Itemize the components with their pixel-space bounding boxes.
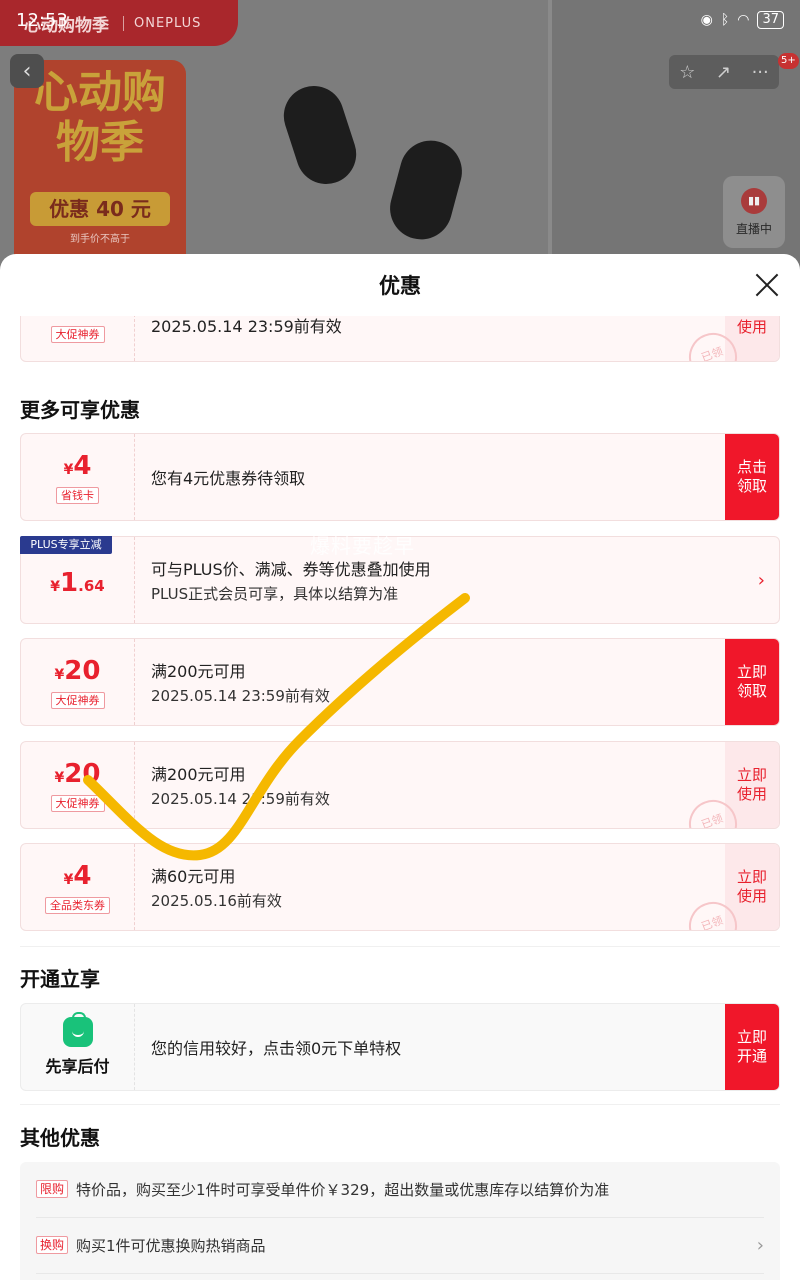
coupon-condition: 满200元可用 bbox=[151, 662, 246, 681]
pay-later-label: 先享后付 bbox=[45, 1057, 110, 1076]
pay-later-info: 您的信用较好，点击领0元下单特权 bbox=[151, 1004, 401, 1090]
coupon-tag: 大促神券 bbox=[50, 794, 105, 812]
live-button[interactable]: ▮▮ 直播中 bbox=[723, 176, 785, 248]
limit-tag: 限购 bbox=[36, 1180, 69, 1198]
claim-coupon-button[interactable]: 点击 领取 bbox=[725, 434, 779, 520]
shopping-bag-icon bbox=[62, 1012, 93, 1047]
sheet-scroll-area[interactable]: 大促神券 2025.05.14 23:59前有效 使用 已领 更多可享优惠 ¥4… bbox=[0, 316, 800, 1280]
row-divider bbox=[36, 1273, 764, 1274]
coupon-description: 您有4元优惠券待领取 bbox=[151, 469, 306, 488]
coupon-left: ¥20 大促神券 bbox=[21, 742, 135, 828]
more-icon[interactable]: ··· bbox=[752, 62, 769, 83]
coupon-left: ¥4 全品类东券 bbox=[21, 844, 135, 930]
back-button[interactable]: ‹ bbox=[10, 54, 44, 88]
status-time: 12:53 bbox=[16, 9, 68, 31]
sheet-header: 优惠 bbox=[0, 254, 800, 316]
coupon-tag: 大促神券 bbox=[50, 691, 105, 709]
coupon-left: ¥20 大促神券 bbox=[21, 639, 135, 725]
watermark-text: 爆料要趁早 bbox=[310, 534, 415, 558]
coupon-amount: ¥20 bbox=[54, 655, 101, 686]
sheet-title: 优惠 bbox=[379, 274, 421, 298]
coupon-info: 满200元可用 2025.05.14 23:59前有效 bbox=[151, 742, 330, 828]
status-icons: ◉ ᛒ ◠ 37 bbox=[701, 11, 784, 29]
eye-icon: ◉ bbox=[700, 12, 713, 28]
coupon-amount: ¥1.64 bbox=[50, 568, 105, 598]
coupon-tag: 全品类东券 bbox=[45, 896, 110, 914]
close-icon[interactable] bbox=[754, 272, 780, 298]
product-page-background: 心动购物季 优惠 40 元 到手价不高于 心动购物季 ONEPLUS ‹ ☆ ↗… bbox=[0, 0, 800, 270]
status-bar: 12:53 ◉ ᛒ ◠ 37 bbox=[0, 0, 800, 40]
plus-flag: PLUS专享立减 bbox=[20, 536, 112, 554]
coupon-validity: 2025.05.14 23:59前有效 bbox=[151, 790, 330, 808]
discount-sheet: 优惠 大促神券 2025.05.14 23:59前有效 使用 已领 更多可享优惠… bbox=[0, 254, 800, 1280]
pay-later-card: 先享后付 您的信用较好，点击领0元下单特权 立即 开通 bbox=[20, 1003, 780, 1091]
other-discount-row[interactable]: 换购 购买1件可优惠换购热销商品 › bbox=[20, 1218, 780, 1272]
poster-badge: 优惠 40 元 bbox=[30, 192, 170, 226]
section-open-now: 开通立享 bbox=[20, 967, 100, 991]
coupon-tag: 大促神券 bbox=[50, 326, 105, 343]
coupon-info: 满200元可用 2025.05.14 23:59前有效 bbox=[151, 639, 330, 725]
claim-coupon-button[interactable]: 立即 领取 bbox=[725, 639, 779, 725]
coupon-validity: 2025.05.16前有效 bbox=[151, 892, 282, 910]
section-more-discounts: 更多可享优惠 bbox=[20, 398, 140, 422]
star-icon[interactable]: ☆ bbox=[679, 62, 695, 83]
poster-subtitle: 到手价不高于 bbox=[70, 234, 130, 245]
top-toolbar: ☆ ↗ ··· bbox=[669, 55, 779, 89]
live-icon: ▮▮ bbox=[741, 187, 767, 214]
coupon-card-partial: 大促神券 2025.05.14 23:59前有效 使用 已领 bbox=[20, 316, 780, 362]
chevron-right-icon[interactable]: › bbox=[758, 537, 765, 623]
coupon-amount: ¥4 bbox=[63, 450, 92, 481]
coupon-card: ¥4 省钱卡 您有4元优惠券待领取 点击 领取 bbox=[20, 433, 780, 521]
coupon-left: ¥4 省钱卡 bbox=[21, 434, 135, 520]
bluetooth-icon: ᛒ bbox=[720, 12, 730, 28]
section-other-discounts: 其他优惠 bbox=[20, 1126, 100, 1150]
pay-later-text: 您的信用较好，点击领0元下单特权 bbox=[151, 1039, 402, 1058]
pay-later-left: 先享后付 bbox=[21, 1004, 135, 1090]
wifi-icon: ◠ bbox=[737, 12, 750, 28]
chevron-right-icon[interactable]: › bbox=[757, 1235, 764, 1256]
coupon-info: 满60元可用 2025.05.16前有效 bbox=[151, 844, 282, 930]
coupon-description: 可与PLUS价、满减、券等优惠叠加使用 bbox=[151, 560, 431, 579]
other-discount-row: 限购 特价品，购买至少1件时可享受单件价￥329，超出数量或优惠库存以结算价为准 bbox=[20, 1162, 780, 1216]
other-discount-text: 购买1件可优惠换购热销商品 bbox=[76, 1236, 266, 1255]
coupon-amount: ¥4 bbox=[63, 860, 92, 891]
coupon-condition: 满200元可用 bbox=[151, 765, 246, 784]
exchange-tag: 换购 bbox=[36, 1236, 69, 1254]
coupon-validity: 2025.05.14 23:59前有效 bbox=[151, 687, 330, 705]
coupon-validity: 2025.05.14 23:59前有效 bbox=[151, 317, 342, 336]
section-divider bbox=[20, 1104, 780, 1105]
coupon-card: ¥20 大促神券 满200元可用 2025.05.14 23:59前有效 立即领… bbox=[20, 638, 780, 726]
coupon-note: PLUS正式会员可享，具体以结算为准 bbox=[151, 585, 399, 603]
other-discount-text: 特价品，购买至少1件时可享受单件价￥329，超出数量或优惠库存以结算价为准 bbox=[76, 1180, 610, 1199]
coupon-info: 2025.05.14 23:59前有效 bbox=[151, 316, 342, 361]
section-divider bbox=[20, 946, 780, 947]
coupon-amount: ¥20 bbox=[54, 758, 101, 789]
coupon-condition: 满60元可用 bbox=[151, 867, 236, 886]
coupon-tag: 省钱卡 bbox=[56, 486, 99, 504]
coupon-left: 大促神券 bbox=[21, 316, 135, 361]
share-icon[interactable]: ↗ bbox=[716, 62, 731, 83]
notification-badge: 5+ bbox=[778, 53, 799, 69]
coupon-card: ¥20 大促神券 满200元可用 2025.05.14 23:59前有效 立即使… bbox=[20, 741, 780, 829]
coupon-card: ¥4 全品类东券 满60元可用 2025.05.16前有效 立即 使用 已领 bbox=[20, 843, 780, 931]
battery-icon: 37 bbox=[757, 11, 784, 29]
poster-title: 心动购物季 bbox=[34, 67, 166, 168]
live-label: 直播中 bbox=[735, 221, 772, 236]
other-discounts-box: 限购 特价品，购买至少1件时可享受单件价￥329，超出数量或优惠库存以结算价为准… bbox=[20, 1162, 780, 1280]
activate-button[interactable]: 立即 开通 bbox=[725, 1004, 779, 1090]
coupon-info: 您有4元优惠券待领取 bbox=[151, 434, 305, 520]
